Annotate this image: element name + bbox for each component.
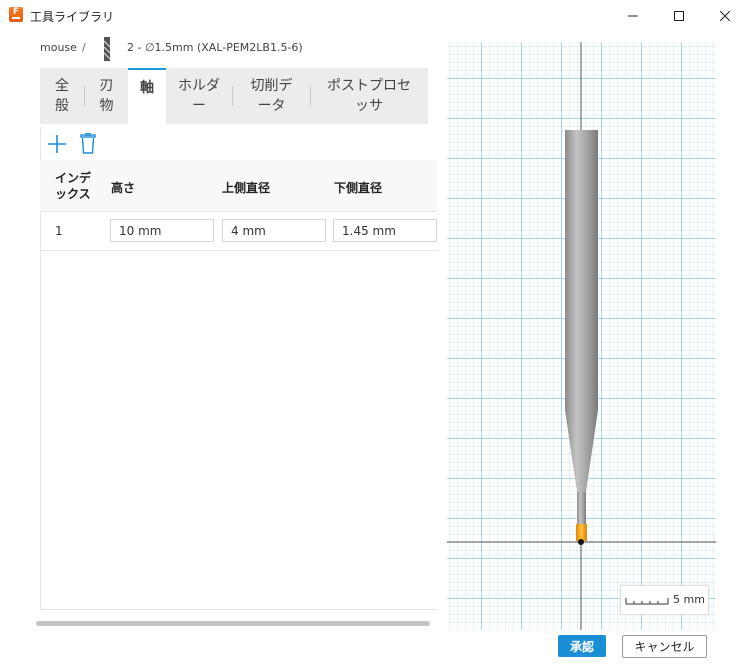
breadcrumb-root[interactable]: mouse <box>40 41 77 54</box>
column-header-height: 高さ <box>111 181 136 195</box>
breadcrumb-tool: 2 - ∅1.5mm (XAL-PEM2LB1.5-6) <box>127 41 303 54</box>
tab-cutting-data[interactable]: 切削デ ータ <box>233 68 310 124</box>
upper-diameter-field[interactable]: 4 mm <box>222 219 326 242</box>
maximize-button[interactable] <box>656 0 702 31</box>
breadcrumb-separator: / <box>82 41 86 54</box>
scale-label: 5 mm <box>673 593 705 606</box>
maximize-icon <box>674 10 684 21</box>
tool-preview <box>447 42 716 630</box>
close-icon <box>720 10 730 21</box>
tab-bar: 全 般 刃 物 軸 ホルダ ー 切削デ ータ ポストプロセ ッサ <box>40 68 428 124</box>
tool-flute <box>576 524 587 541</box>
window-title: 工具ライブラリ <box>30 10 115 24</box>
lower-diameter-field[interactable]: 1.45 mm <box>333 219 437 242</box>
plus-icon[interactable] <box>47 134 67 154</box>
close-button[interactable] <box>702 0 748 31</box>
tool-drawing <box>447 42 716 630</box>
tool-neck <box>577 492 586 524</box>
tab-shaft[interactable]: 軸 <box>128 68 166 124</box>
minimize-icon <box>628 15 638 16</box>
row-index: 1 <box>55 224 63 238</box>
column-header-lower-diameter: 下側直径 <box>334 181 383 195</box>
tab-cutter[interactable]: 刃 物 <box>85 68 128 124</box>
tool-shank <box>565 130 598 410</box>
title-bar: F 工具ライブラリ <box>0 0 748 31</box>
app-logo-icon: F <box>9 7 23 22</box>
column-header-upper-diameter: 上側直径 <box>222 181 271 195</box>
tool-origin-point <box>578 539 584 545</box>
ruler-icon <box>625 598 669 605</box>
tab-post-processor[interactable]: ポストプロセ ッサ <box>311 68 427 124</box>
cancel-button[interactable]: キャンセル <box>622 635 707 658</box>
height-field[interactable]: 10 mm <box>110 219 214 242</box>
tool-taper <box>565 410 598 492</box>
trash-icon[interactable] <box>80 133 96 154</box>
endmill-thumbnail-icon <box>103 37 111 61</box>
column-header-index: インデ ックス <box>55 171 92 201</box>
horizontal-scrollbar[interactable] <box>36 621 430 626</box>
tab-general[interactable]: 全 般 <box>40 68 84 124</box>
minimize-button[interactable] <box>610 0 656 31</box>
accept-button[interactable]: 承認 <box>558 635 606 657</box>
tab-holder[interactable]: ホルダ ー <box>166 68 232 124</box>
